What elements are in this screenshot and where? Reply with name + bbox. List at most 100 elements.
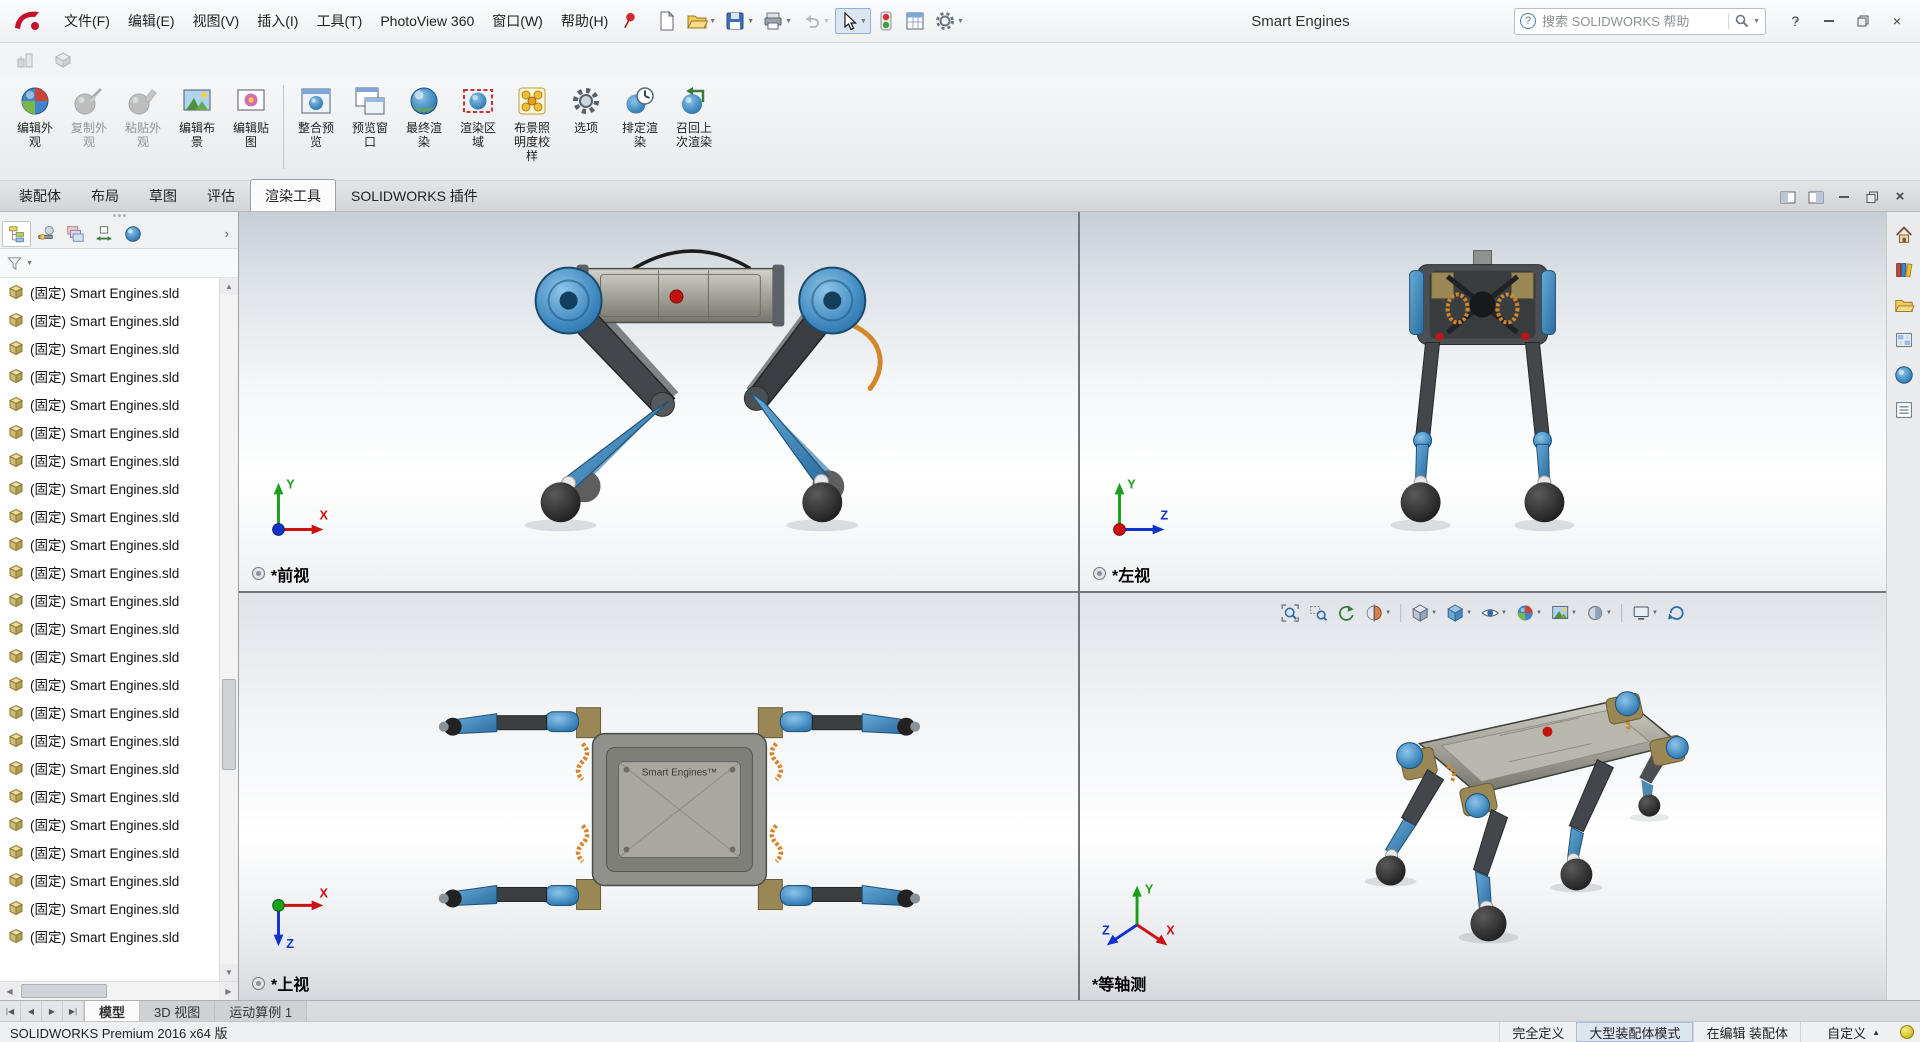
- prev-tab-icon[interactable]: ◀: [21, 1001, 42, 1021]
- tree-item[interactable]: (固定) Smart Engines.sld: [0, 362, 219, 390]
- recall-render-button[interactable]: 召回上次渲染: [667, 81, 721, 152]
- assembly-tool-button-1[interactable]: [12, 48, 38, 72]
- tree-item[interactable]: (固定) Smart Engines.sld: [0, 866, 219, 894]
- schedule-render-button[interactable]: 排定渲染: [613, 81, 667, 152]
- tree-vertical-scrollbar[interactable]: ▲ ▼: [219, 278, 238, 981]
- tree-item[interactable]: (固定) Smart Engines.sld: [0, 726, 219, 754]
- open-file-button[interactable]: ▼: [683, 8, 719, 34]
- menu-item[interactable]: 窗口(W): [483, 5, 552, 37]
- tree-item[interactable]: (固定) Smart Engines.sld: [0, 614, 219, 642]
- scroll-right-icon[interactable]: ▶: [219, 982, 238, 1000]
- pin-icon[interactable]: [623, 11, 637, 31]
- final-render-button[interactable]: 最终渲染: [397, 81, 451, 152]
- tree-item[interactable]: (固定) Smart Engines.sld: [0, 418, 219, 446]
- model-tab[interactable]: 模型: [85, 1001, 140, 1021]
- status-item[interactable]: 完全定义: [1499, 1022, 1576, 1042]
- pane-right-icon[interactable]: [1806, 189, 1826, 205]
- viewport-left[interactable]: Y Z *左视: [1080, 212, 1886, 591]
- tree-item[interactable]: (固定) Smart Engines.sld: [0, 558, 219, 586]
- menu-item[interactable]: 工具(T): [307, 5, 371, 37]
- menu-item[interactable]: 编辑(E): [119, 5, 184, 37]
- viewport-iso[interactable]: ▼ ▼ ▼ ▼: [1080, 593, 1886, 1000]
- render-region-button[interactable]: 渲染区域: [451, 81, 505, 152]
- tree-horizontal-scrollbar[interactable]: ◀ ▶: [0, 981, 238, 1000]
- menu-item[interactable]: 视图(V): [184, 5, 249, 37]
- design-library-button[interactable]: [1890, 257, 1918, 283]
- vertical-scroll-thumb[interactable]: [222, 679, 236, 770]
- last-tab-icon[interactable]: ▶|: [63, 1001, 84, 1021]
- property-manager-tab[interactable]: [31, 221, 60, 247]
- menu-item[interactable]: PhotoView 360: [371, 7, 483, 35]
- tree-item[interactable]: (固定) Smart Engines.sld: [0, 530, 219, 558]
- first-tab-icon[interactable]: |◀: [0, 1001, 21, 1021]
- feature-tree-tab[interactable]: [2, 221, 31, 247]
- search-icon[interactable]: [1728, 13, 1750, 29]
- panel-tabs-overflow-icon[interactable]: ›: [218, 226, 236, 241]
- options-button[interactable]: ▼: [931, 8, 967, 34]
- scroll-down-icon[interactable]: ▼: [220, 964, 238, 981]
- status-item[interactable]: 在编辑 装配体: [1693, 1022, 1800, 1042]
- tree-item[interactable]: (固定) Smart Engines.sld: [0, 334, 219, 362]
- command-tab[interactable]: 草图: [134, 179, 192, 211]
- tree-item[interactable]: (固定) Smart Engines.sld: [0, 642, 219, 670]
- command-tab[interactable]: 装配体: [4, 179, 76, 211]
- viewport-front[interactable]: Y X *前视: [239, 212, 1078, 591]
- custom-properties-button[interactable]: [1890, 397, 1918, 423]
- search-dropdown-icon[interactable]: ▼: [1753, 18, 1760, 25]
- help-button[interactable]: ?▾: [1780, 8, 1810, 34]
- tree-item[interactable]: (固定) Smart Engines.sld: [0, 698, 219, 726]
- integrated-preview-button[interactable]: 整合预览: [289, 81, 343, 152]
- tree-item[interactable]: (固定) Smart Engines.sld: [0, 922, 219, 950]
- search-input[interactable]: [1536, 14, 1728, 29]
- edit-scene-button[interactable]: 编辑布景: [170, 81, 224, 152]
- next-tab-icon[interactable]: ▶: [42, 1001, 63, 1021]
- tree-item[interactable]: (固定) Smart Engines.sld: [0, 474, 219, 502]
- tree-item[interactable]: (固定) Smart Engines.sld: [0, 810, 219, 838]
- status-indicator-icon[interactable]: [1900, 1025, 1914, 1039]
- tree-item[interactable]: (固定) Smart Engines.sld: [0, 278, 219, 306]
- copy-appearance-button[interactable]: 复制外观: [62, 81, 116, 152]
- command-tab[interactable]: 渲染工具: [250, 179, 336, 211]
- resources-home-button[interactable]: [1890, 222, 1918, 248]
- print-button[interactable]: ▼: [759, 8, 795, 34]
- menu-item[interactable]: 帮助(H): [552, 5, 617, 37]
- tree-item[interactable]: (固定) Smart Engines.sld: [0, 306, 219, 334]
- select-tool-button[interactable]: ▼: [835, 8, 871, 34]
- proof-sheet-button[interactable]: 布景照明度校样: [505, 81, 559, 166]
- preview-window-button[interactable]: 预览窗口: [343, 81, 397, 152]
- tree-item[interactable]: (固定) Smart Engines.sld: [0, 586, 219, 614]
- edit-appearance-button[interactable]: 编辑外观: [8, 81, 62, 152]
- tree-item[interactable]: (固定) Smart Engines.sld: [0, 782, 219, 810]
- command-tab[interactable]: 评估: [192, 179, 250, 211]
- viewport-restore-icon[interactable]: [1862, 189, 1882, 205]
- tree-item[interactable]: (固定) Smart Engines.sld: [0, 838, 219, 866]
- model-tab[interactable]: 3D 视图: [140, 1001, 215, 1021]
- close-button[interactable]: ×: [1882, 8, 1912, 34]
- customize-status-button[interactable]: 自定义 ▲: [1800, 1022, 1890, 1042]
- menu-item[interactable]: 插入(I): [248, 5, 307, 37]
- maximize-button[interactable]: [1848, 8, 1878, 34]
- viewport-top[interactable]: Smart Engines™ Z X *上视: [239, 593, 1078, 1000]
- file-explorer-button[interactable]: [1890, 292, 1918, 318]
- new-file-button[interactable]: [653, 8, 681, 34]
- edit-decal-button[interactable]: 编辑贴图: [224, 81, 278, 152]
- tree-item[interactable]: (固定) Smart Engines.sld: [0, 670, 219, 698]
- pane-left-icon[interactable]: [1778, 189, 1798, 205]
- status-item[interactable]: 大型装配体模式: [1576, 1022, 1693, 1042]
- horizontal-scroll-thumb[interactable]: [21, 984, 107, 998]
- tree-item[interactable]: (固定) Smart Engines.sld: [0, 894, 219, 922]
- display-manager-tab[interactable]: [118, 221, 147, 247]
- view-palette-button[interactable]: [1890, 327, 1918, 353]
- paste-appearance-button[interactable]: 粘贴外观: [116, 81, 170, 152]
- undo-button[interactable]: ▼: [797, 8, 833, 34]
- scroll-left-icon[interactable]: ◀: [0, 982, 19, 1000]
- save-button[interactable]: ▼: [721, 8, 757, 34]
- tree-item[interactable]: (固定) Smart Engines.sld: [0, 446, 219, 474]
- appearances-scenes-button[interactable]: [1890, 362, 1918, 388]
- design-table-button[interactable]: [901, 8, 929, 34]
- minimize-button[interactable]: [1814, 8, 1844, 34]
- dimxpert-manager-tab[interactable]: [89, 221, 118, 247]
- viewport-minimize-icon[interactable]: [1834, 189, 1854, 205]
- scroll-up-icon[interactable]: ▲: [220, 278, 238, 295]
- configuration-manager-tab[interactable]: [60, 221, 89, 247]
